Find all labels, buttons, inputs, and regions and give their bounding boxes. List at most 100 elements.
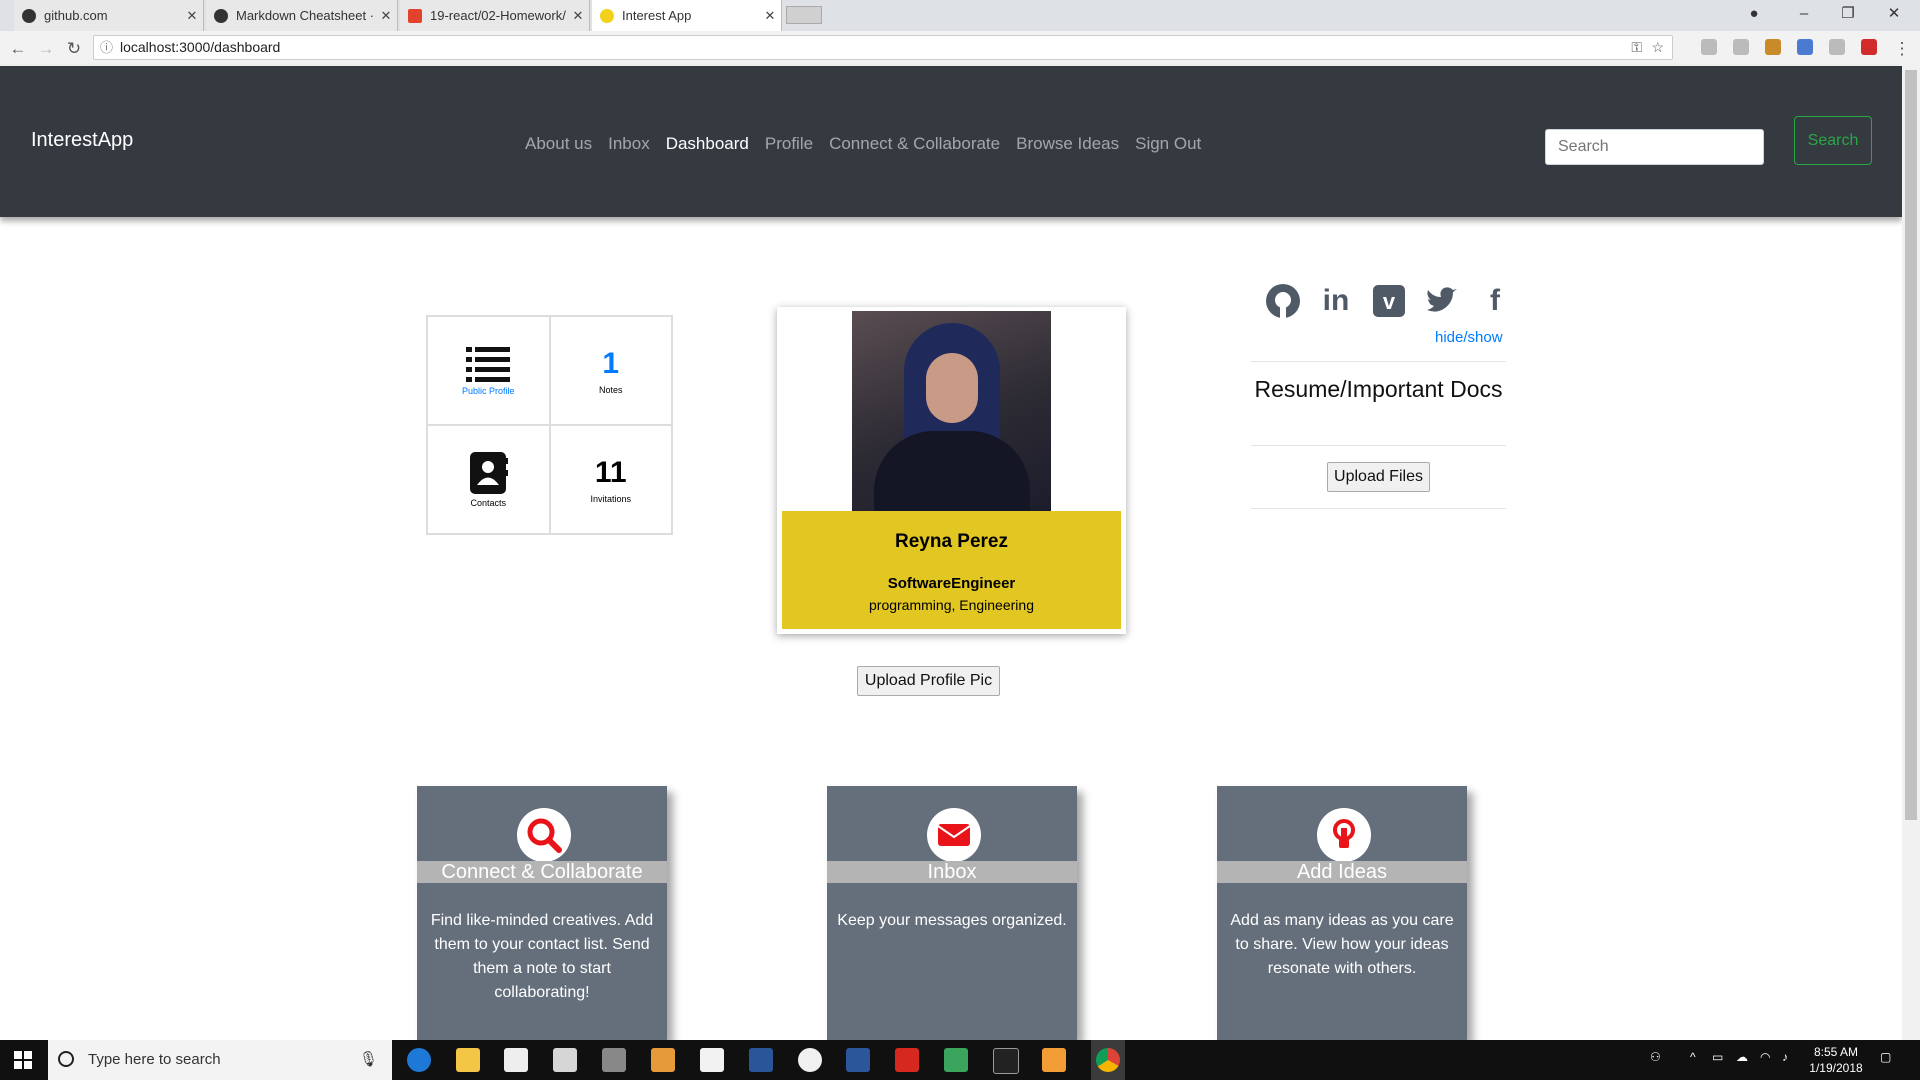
- reload-icon[interactable]: ↻: [60, 31, 88, 66]
- search-input[interactable]: [1545, 129, 1764, 165]
- extension-icon[interactable]: [1829, 39, 1845, 55]
- minimize-icon[interactable]: –: [1782, 0, 1826, 31]
- upload-files-button[interactable]: Upload Files: [1327, 462, 1430, 492]
- app-icon[interactable]: [749, 1048, 773, 1072]
- feature-card-connect[interactable]: Connect & Collaborate Find like-minded c…: [417, 786, 667, 1040]
- taskbar-search-placeholder: Type here to search: [88, 1051, 221, 1068]
- tab-title: Markdown Cheatsheet ·: [236, 8, 375, 23]
- twitter-icon[interactable]: [1424, 283, 1460, 319]
- public-profile-tile[interactable]: Public Profile: [427, 316, 550, 425]
- clock[interactable]: 8:55 AM 1/19/2018: [1808, 1044, 1864, 1084]
- bookmark-star-icon[interactable]: ☆: [1651, 36, 1664, 59]
- invitations-count: 11: [594, 455, 627, 489]
- battery-icon[interactable]: ▭: [1712, 1050, 1723, 1090]
- windows-start-icon[interactable]: [14, 1051, 32, 1069]
- linkedin-icon[interactable]: in: [1318, 283, 1354, 319]
- vimeo-icon[interactable]: v: [1371, 283, 1407, 319]
- app-icon[interactable]: [553, 1048, 577, 1072]
- close-tab-icon[interactable]: ✕: [181, 8, 203, 24]
- profile-name: Reyna Perez: [894, 531, 1008, 552]
- tab-title: Interest App: [622, 8, 692, 23]
- clock-date: 1/19/2018: [1809, 1061, 1863, 1075]
- upload-profile-pic-button[interactable]: Upload Profile Pic: [857, 666, 1000, 696]
- app-icon[interactable]: [944, 1048, 968, 1072]
- close-tab-icon[interactable]: ✕: [375, 8, 397, 24]
- word-icon[interactable]: [846, 1048, 870, 1072]
- chrome-taskbar-button[interactable]: [1091, 1040, 1125, 1080]
- nav-link-browse-ideas[interactable]: Browse Ideas: [1016, 134, 1119, 154]
- tray-chevron-icon[interactable]: ^: [1690, 1050, 1696, 1090]
- profile-photo: [852, 311, 1051, 511]
- taskbar-search-input[interactable]: Type here to search 🎙: [48, 1040, 392, 1080]
- search-button[interactable]: Search: [1794, 116, 1872, 165]
- nav-link-about[interactable]: About us: [525, 134, 592, 154]
- nav-links: About us Inbox Dashboard Profile Connect…: [525, 134, 1201, 154]
- tab-homework[interactable]: 19-react/02-Homework/ ✕: [400, 0, 590, 31]
- github-icon[interactable]: [1265, 283, 1301, 319]
- media-player-icon[interactable]: [651, 1048, 675, 1072]
- chrome-icon: [1096, 1048, 1120, 1072]
- gitlab-favicon-icon: [408, 8, 422, 23]
- new-tab-button[interactable]: [786, 6, 822, 24]
- notes-tile[interactable]: 1 Notes: [549, 316, 672, 425]
- acrobat-icon[interactable]: [895, 1048, 919, 1072]
- nav-link-sign-out[interactable]: Sign Out: [1135, 134, 1201, 154]
- restore-icon[interactable]: ❐: [1826, 0, 1870, 31]
- tab-github[interactable]: github.com ✕: [14, 0, 204, 31]
- nav-link-inbox[interactable]: Inbox: [608, 134, 650, 154]
- hide-show-link[interactable]: hide/show: [1435, 329, 1503, 346]
- nav-link-profile[interactable]: Profile: [765, 134, 813, 154]
- nav-link-connect[interactable]: Connect & Collaborate: [829, 134, 1000, 154]
- feature-description: Find like-minded creatives. Add them to …: [430, 912, 654, 1001]
- extension-icon[interactable]: [1765, 39, 1781, 55]
- volume-icon[interactable]: ♪: [1782, 1050, 1788, 1090]
- scrollbar-thumb[interactable]: [1905, 70, 1917, 820]
- feature-card-inbox[interactable]: Inbox Keep your messages organized.: [827, 786, 1077, 1040]
- slack-icon[interactable]: [798, 1048, 822, 1072]
- contacts-label[interactable]: Contacts: [470, 498, 506, 508]
- close-window-icon[interactable]: ✕: [1872, 0, 1916, 31]
- microphone-icon[interactable]: 🎙: [359, 1040, 378, 1080]
- menu-icon[interactable]: ⋮: [1888, 31, 1916, 66]
- close-tab-icon[interactable]: ✕: [759, 8, 781, 24]
- store-icon[interactable]: [504, 1048, 528, 1072]
- feature-title: Connect & Collaborate: [417, 861, 667, 883]
- people-icon[interactable]: ⚇: [1650, 1050, 1661, 1090]
- sublime-text-icon[interactable]: [1042, 1048, 1066, 1072]
- onedrive-icon[interactable]: ☁: [1736, 1050, 1748, 1090]
- invitations-tile[interactable]: 11 Invitations: [549, 425, 672, 534]
- file-explorer-icon[interactable]: [456, 1048, 480, 1072]
- envelope-icon: [927, 808, 981, 862]
- nav-link-dashboard[interactable]: Dashboard: [666, 134, 749, 154]
- tab-interest-app[interactable]: Interest App ✕: [592, 0, 782, 31]
- page-scrollbar[interactable]: [1902, 66, 1920, 1040]
- edge-icon[interactable]: [407, 1048, 431, 1072]
- public-profile-label[interactable]: Public Profile: [462, 386, 515, 396]
- profile-icon[interactable]: ●: [1732, 0, 1776, 31]
- extension-icon[interactable]: [1861, 39, 1877, 55]
- profile-info-band: Reyna Perez SoftwareEngineer programming…: [782, 511, 1121, 629]
- brand-logo[interactable]: InterestApp: [31, 129, 133, 152]
- app-icon[interactable]: [602, 1048, 626, 1072]
- terminal-icon[interactable]: [993, 1048, 1019, 1074]
- extension-icon[interactable]: [1797, 39, 1813, 55]
- mail-icon[interactable]: [700, 1048, 724, 1072]
- facebook-icon[interactable]: f: [1477, 283, 1513, 319]
- lightbulb-favicon-icon: [600, 8, 614, 23]
- url-field[interactable]: ⓘ localhost:3000/dashboard ⚿ ☆: [93, 35, 1673, 60]
- contacts-tile[interactable]: Contacts: [427, 425, 550, 534]
- back-icon[interactable]: ←: [4, 31, 32, 66]
- key-icon[interactable]: ⚿: [1631, 36, 1642, 59]
- feature-card-add-ideas[interactable]: Add Ideas Add as many ideas as you care …: [1217, 786, 1467, 1040]
- list-icon: [466, 346, 511, 382]
- extension-icon[interactable]: [1701, 39, 1717, 55]
- photo-body: [874, 431, 1030, 511]
- wifi-icon[interactable]: ◠: [1760, 1050, 1770, 1090]
- forward-icon[interactable]: →: [32, 31, 60, 66]
- extension-icon[interactable]: [1733, 39, 1749, 55]
- windows-taskbar: Type here to search 🎙 ⚇ ^ ▭ ☁ ◠ ♪ 8:55 A…: [0, 1040, 1920, 1080]
- tab-markdown-cheatsheet[interactable]: Markdown Cheatsheet · ✕: [206, 0, 398, 31]
- resume-heading: Resume/Important Docs: [1254, 376, 1503, 402]
- action-center-icon[interactable]: ▢: [1880, 1050, 1891, 1090]
- close-tab-icon[interactable]: ✕: [567, 8, 589, 24]
